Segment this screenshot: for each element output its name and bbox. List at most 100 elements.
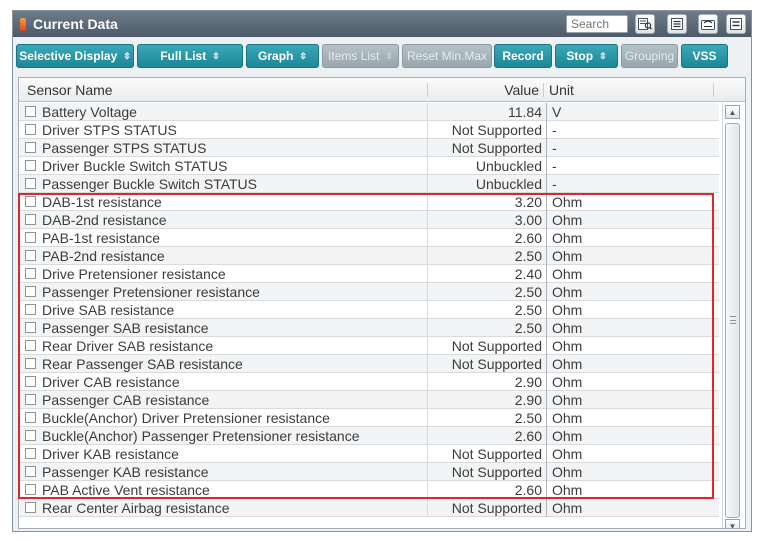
column-header-unit[interactable]: Unit xyxy=(549,82,574,98)
table-row[interactable]: DAB-1st resistance 3.20 Ohm xyxy=(19,193,719,211)
row-checkbox[interactable] xyxy=(25,178,36,189)
row-checkbox[interactable] xyxy=(25,160,36,171)
sensor-value: Not Supported xyxy=(427,355,542,373)
grouping-label: Grouping xyxy=(624,49,675,63)
table-row[interactable]: Battery Voltage 11.84 V xyxy=(19,103,719,121)
table-row[interactable]: Buckle(Anchor) Driver Pretensioner resis… xyxy=(19,409,719,427)
graph-button[interactable]: Graph ⇳ xyxy=(246,44,319,68)
row-checkbox[interactable] xyxy=(25,232,36,243)
row-checkbox[interactable] xyxy=(25,430,36,441)
row-checkbox[interactable] xyxy=(25,466,36,477)
row-checkbox[interactable] xyxy=(25,340,36,351)
column-divider[interactable] xyxy=(543,83,544,97)
list-icon[interactable] xyxy=(667,14,687,34)
sensor-unit: V xyxy=(546,103,561,121)
toolbar: Selective Display ⇳ Full List ⇳ Graph ⇳ … xyxy=(13,41,751,71)
sensor-unit: Ohm xyxy=(546,499,582,517)
table-row[interactable]: Drive SAB resistance 2.50 Ohm xyxy=(19,301,719,319)
row-checkbox[interactable] xyxy=(25,142,36,153)
table-row[interactable]: DAB-2nd resistance 3.00 Ohm xyxy=(19,211,719,229)
column-header-sensor-name[interactable]: Sensor Name xyxy=(27,82,113,98)
row-checkbox[interactable] xyxy=(25,250,36,261)
sensor-unit: Ohm xyxy=(546,427,582,445)
vertical-scrollbar[interactable]: ▲ ▼ xyxy=(722,103,742,528)
row-checkbox[interactable] xyxy=(25,394,36,405)
spinner-icon: ⇳ xyxy=(385,50,393,61)
sensor-unit: - xyxy=(546,175,557,193)
column-divider[interactable] xyxy=(427,83,428,97)
sensor-name: Drive SAB resistance xyxy=(42,302,175,318)
search-input[interactable] xyxy=(566,15,628,33)
row-checkbox[interactable] xyxy=(25,214,36,225)
row-checkbox[interactable] xyxy=(25,358,36,369)
row-checkbox[interactable] xyxy=(25,304,36,315)
row-checkbox[interactable] xyxy=(25,322,36,333)
table-row[interactable]: PAB-1st resistance 2.60 Ohm xyxy=(19,229,719,247)
table-row[interactable]: Rear Driver SAB resistance Not Supported O… xyxy=(19,337,719,355)
items-list-label: Items List xyxy=(328,49,380,63)
row-checkbox[interactable] xyxy=(25,268,36,279)
retry-icon[interactable] xyxy=(698,14,718,34)
row-checkbox[interactable] xyxy=(25,412,36,423)
sensor-name: Rear Center Airbag resistance xyxy=(42,500,230,516)
scroll-thumb[interactable] xyxy=(725,123,740,518)
scroll-up-arrow-icon[interactable]: ▲ xyxy=(725,105,740,119)
sensor-name: Passenger Pretensioner resistance xyxy=(42,284,260,300)
row-checkbox[interactable] xyxy=(25,376,36,387)
sensor-name: Passenger CAB resistance xyxy=(42,392,210,408)
grouping-button[interactable]: Grouping xyxy=(621,44,678,68)
table-row[interactable]: Driver CAB resistance 2.90 Ohm xyxy=(19,373,719,391)
sensor-unit: - xyxy=(546,139,557,157)
row-checkbox[interactable] xyxy=(25,448,36,459)
record-button[interactable]: Record xyxy=(494,44,552,68)
stop-label: Stop xyxy=(566,49,594,63)
sensor-name: Rear Passenger SAB resistance xyxy=(42,356,243,372)
row-checkbox[interactable] xyxy=(25,106,36,117)
full-list-button[interactable]: Full List ⇳ xyxy=(137,44,243,68)
row-checkbox[interactable] xyxy=(25,196,36,207)
menu-icon[interactable] xyxy=(726,14,746,34)
sensor-value: 2.50 xyxy=(427,283,542,301)
table-row[interactable]: Passenger Pretensioner resistance 2.50 Ohm xyxy=(19,283,719,301)
table-row[interactable]: PAB Active Vent resistance 2.60 Ohm xyxy=(19,481,719,499)
sensor-value: 2.60 xyxy=(427,481,542,499)
row-checkbox[interactable] xyxy=(25,502,36,513)
sensor-value: 2.60 xyxy=(427,427,542,445)
sensor-name: Passenger KAB resistance xyxy=(42,464,209,480)
table-row[interactable]: Buckle(Anchor) Passenger Pretensioner re… xyxy=(19,427,719,445)
column-header-value[interactable]: Value xyxy=(499,82,539,98)
table-row[interactable]: Driver KAB resistance Not Supported Ohm xyxy=(19,445,719,463)
reset-min-max-button[interactable]: Reset Min.Max xyxy=(402,44,492,68)
table-row[interactable]: Passenger STPS STATUS Not Supported - xyxy=(19,139,719,157)
table-row[interactable]: PAB-2nd resistance 2.50 Ohm xyxy=(19,247,719,265)
row-checkbox[interactable] xyxy=(25,124,36,135)
table-row[interactable]: Drive Pretensioner resistance 2.40 Ohm xyxy=(19,265,719,283)
sensor-data-grid: Sensor Name Value Unit Battery Voltage 11… xyxy=(18,77,746,529)
table-row[interactable]: Passenger Buckle Switch STATUS Unbuckled - xyxy=(19,175,719,193)
selective-display-button[interactable]: Selective Display ⇳ xyxy=(16,44,134,68)
sensor-unit: - xyxy=(546,121,557,139)
sensor-name: PAB-1st resistance xyxy=(42,230,161,246)
scroll-down-arrow-icon[interactable]: ▼ xyxy=(725,519,740,528)
sensor-unit: Ohm xyxy=(546,265,582,283)
stop-button[interactable]: Stop ⇳ xyxy=(555,44,618,68)
spinner-icon: ⇳ xyxy=(123,50,131,61)
table-row[interactable]: Passenger KAB resistance Not Supported Ohm xyxy=(19,463,719,481)
table-row[interactable]: Driver STPS STATUS Not Supported - xyxy=(19,121,719,139)
column-divider[interactable] xyxy=(713,83,714,97)
table-row[interactable]: Rear Center Airbag resistance Not Support… xyxy=(19,499,719,517)
sensor-value: 3.20 xyxy=(427,193,542,211)
row-checkbox[interactable] xyxy=(25,286,36,297)
sensor-value: 2.90 xyxy=(427,373,542,391)
row-checkbox[interactable] xyxy=(25,484,36,495)
sensor-unit: Ohm xyxy=(546,247,582,265)
table-row[interactable]: Rear Passenger SAB resistance Not Support… xyxy=(19,355,719,373)
table-row[interactable]: Passenger SAB resistance 2.50 Ohm xyxy=(19,319,719,337)
vss-button[interactable]: VSS xyxy=(681,44,728,68)
sensor-value: 2.50 xyxy=(427,319,542,337)
table-row[interactable]: Driver Buckle Switch STATUS Unbuckled - xyxy=(19,157,719,175)
items-list-button[interactable]: Items List ⇳ xyxy=(322,44,399,68)
table-row[interactable]: Passenger CAB resistance 2.90 Ohm xyxy=(19,391,719,409)
find-icon[interactable] xyxy=(635,14,655,34)
sensor-unit: Ohm xyxy=(546,391,582,409)
